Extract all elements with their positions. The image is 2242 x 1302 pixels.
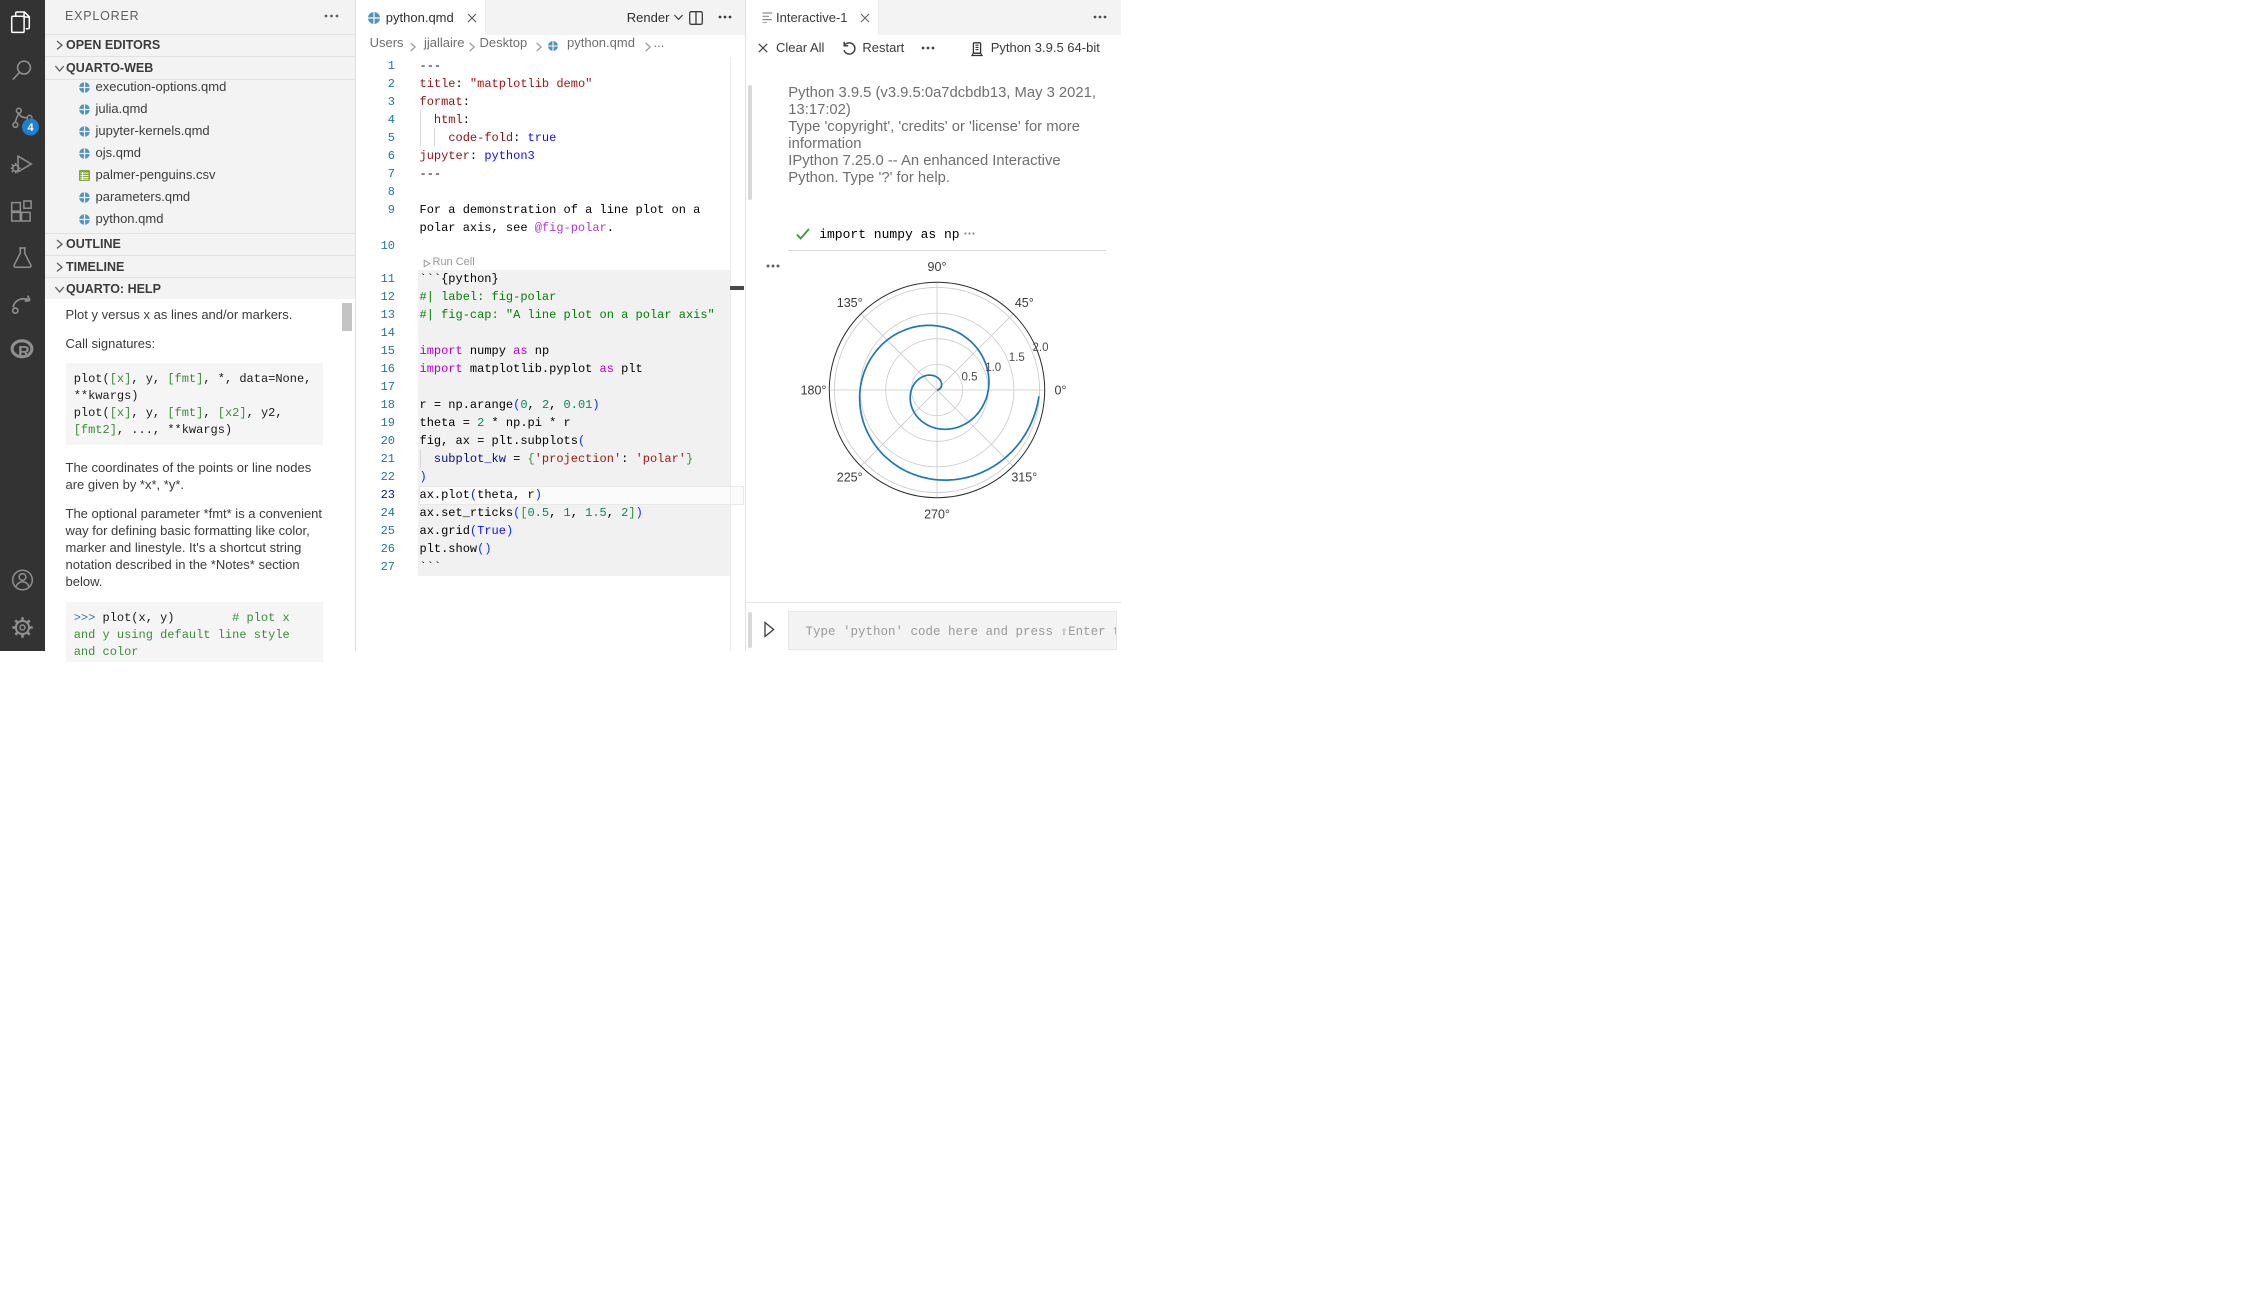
svg-text:1.5: 1.5 — [1009, 352, 1025, 364]
svg-text:0°: 0° — [1055, 383, 1067, 397]
svg-text:R: R — [18, 344, 30, 361]
svg-text:180°: 180° — [801, 383, 827, 397]
svg-text:1.0: 1.0 — [986, 361, 1002, 373]
svg-text:225°: 225° — [837, 470, 863, 484]
svg-text:4: 4 — [27, 122, 34, 134]
svg-text:45°: 45° — [1015, 296, 1034, 310]
svg-text:270°: 270° — [924, 507, 950, 521]
svg-text:135°: 135° — [837, 296, 863, 310]
svg-text:90°: 90° — [928, 259, 947, 273]
svg-text:0.5: 0.5 — [962, 371, 978, 383]
svg-text:2.0: 2.0 — [1033, 342, 1049, 354]
svg-text:315°: 315° — [1012, 470, 1038, 484]
